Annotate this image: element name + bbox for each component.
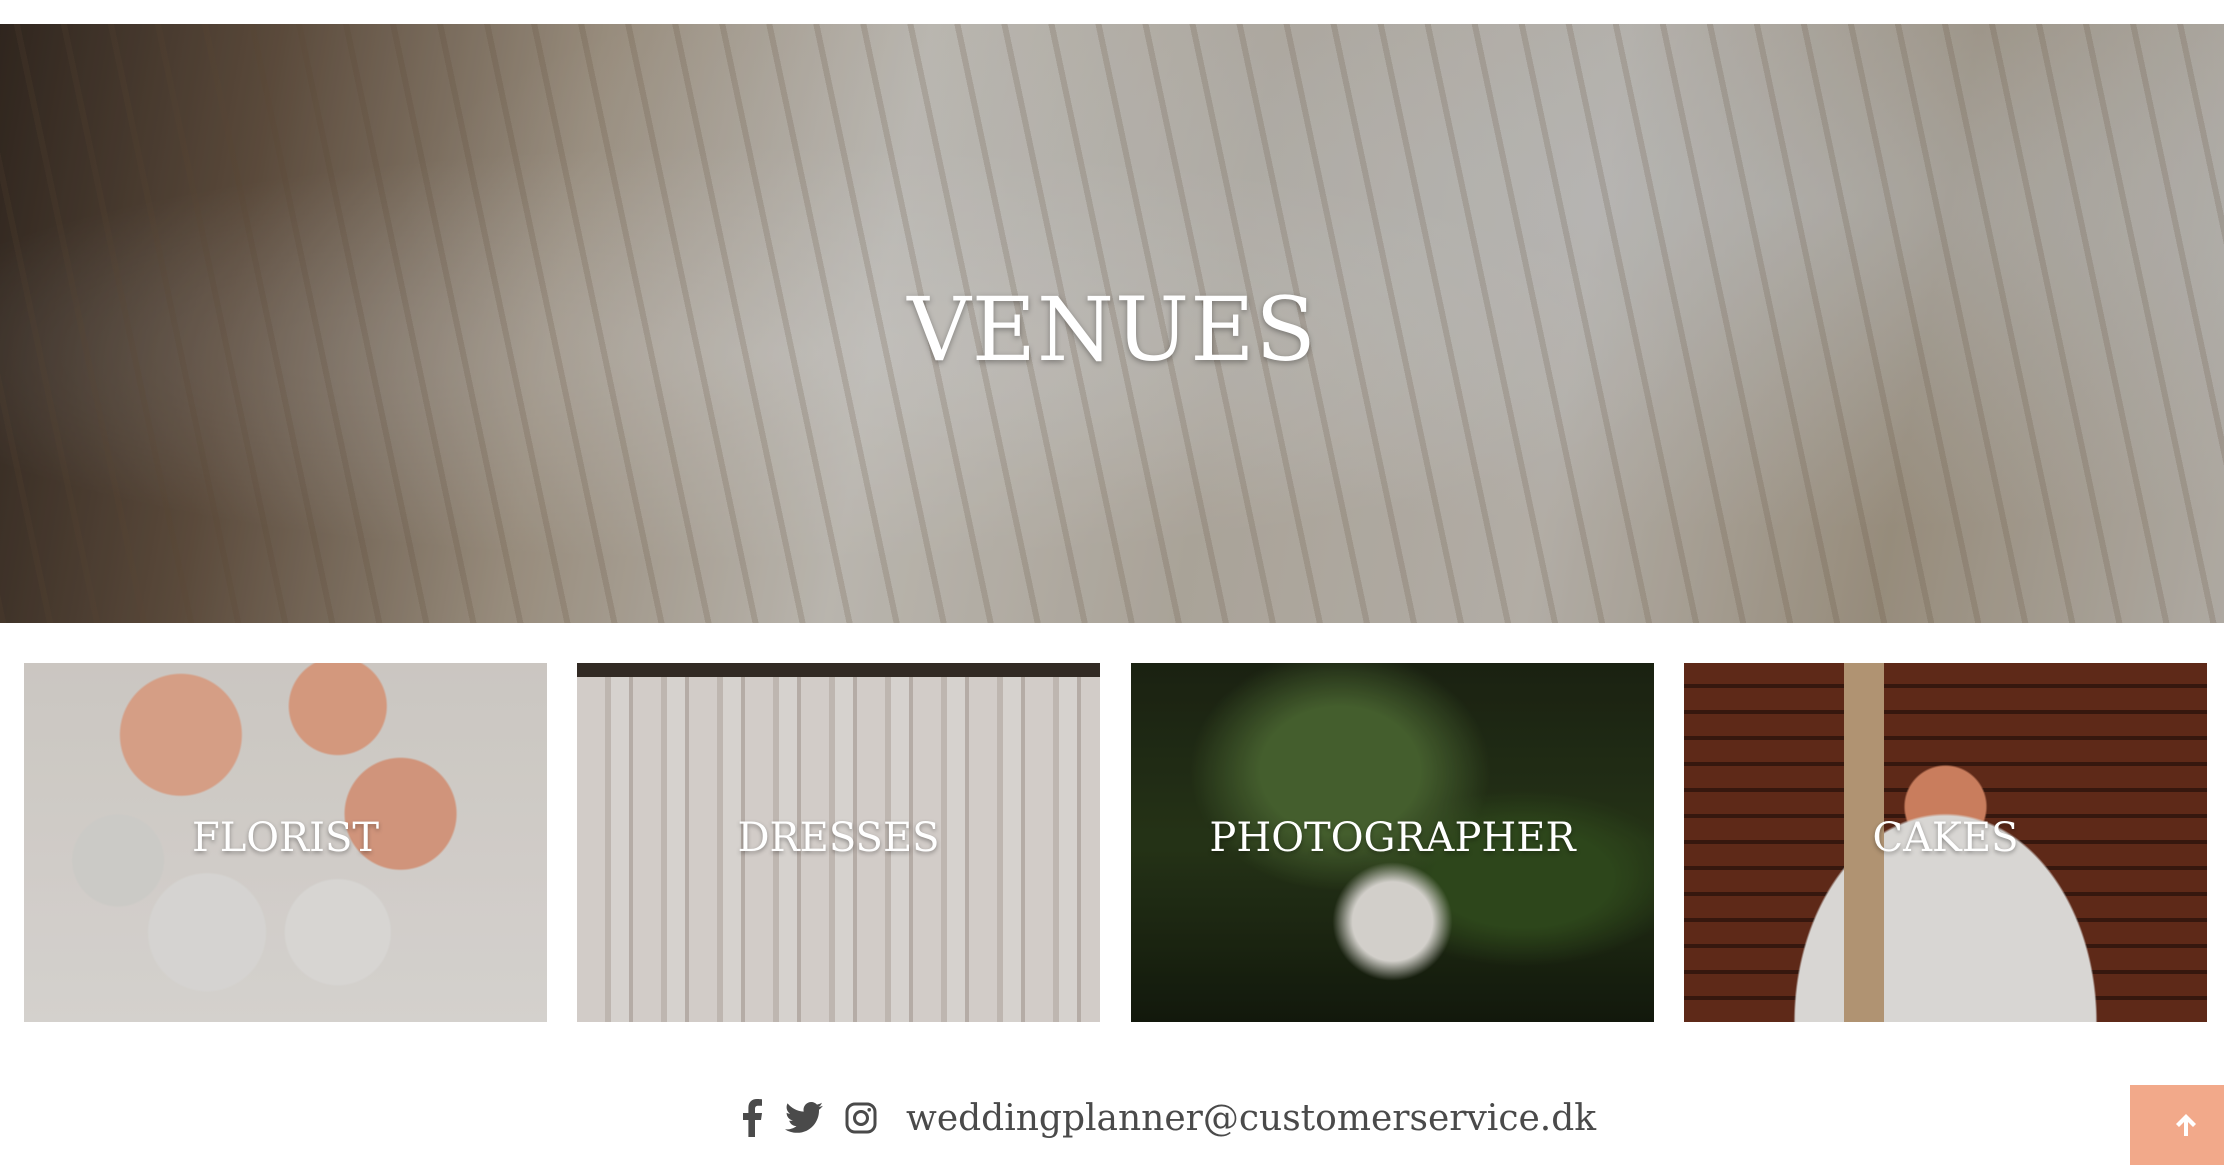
venues-title: VENUES [907, 278, 1317, 381]
dresses-tile[interactable]: DRESSES [577, 663, 1100, 1022]
arrow-up-icon [2176, 1114, 2196, 1136]
florist-label: FLORIST [191, 815, 380, 861]
cakes-tile[interactable]: CAKES [1684, 663, 2207, 1022]
cakes-label: CAKES [1872, 815, 2019, 861]
dresses-label: DRESSES [737, 815, 940, 861]
twitter-icon[interactable] [785, 1098, 823, 1138]
photographer-label: PHOTOGRAPHER [1209, 815, 1576, 861]
facebook-icon[interactable] [740, 1098, 764, 1138]
contact-email-link[interactable]: weddingplanner@customerservice.dk [906, 1094, 1596, 1144]
instagram-icon[interactable] [845, 1098, 877, 1138]
venues-banner[interactable]: VENUES [0, 24, 2224, 623]
photographer-tile[interactable]: PHOTOGRAPHER [1131, 663, 1654, 1022]
florist-tile[interactable]: FLORIST [24, 663, 547, 1022]
scroll-to-top-button[interactable] [2130, 1085, 2224, 1165]
